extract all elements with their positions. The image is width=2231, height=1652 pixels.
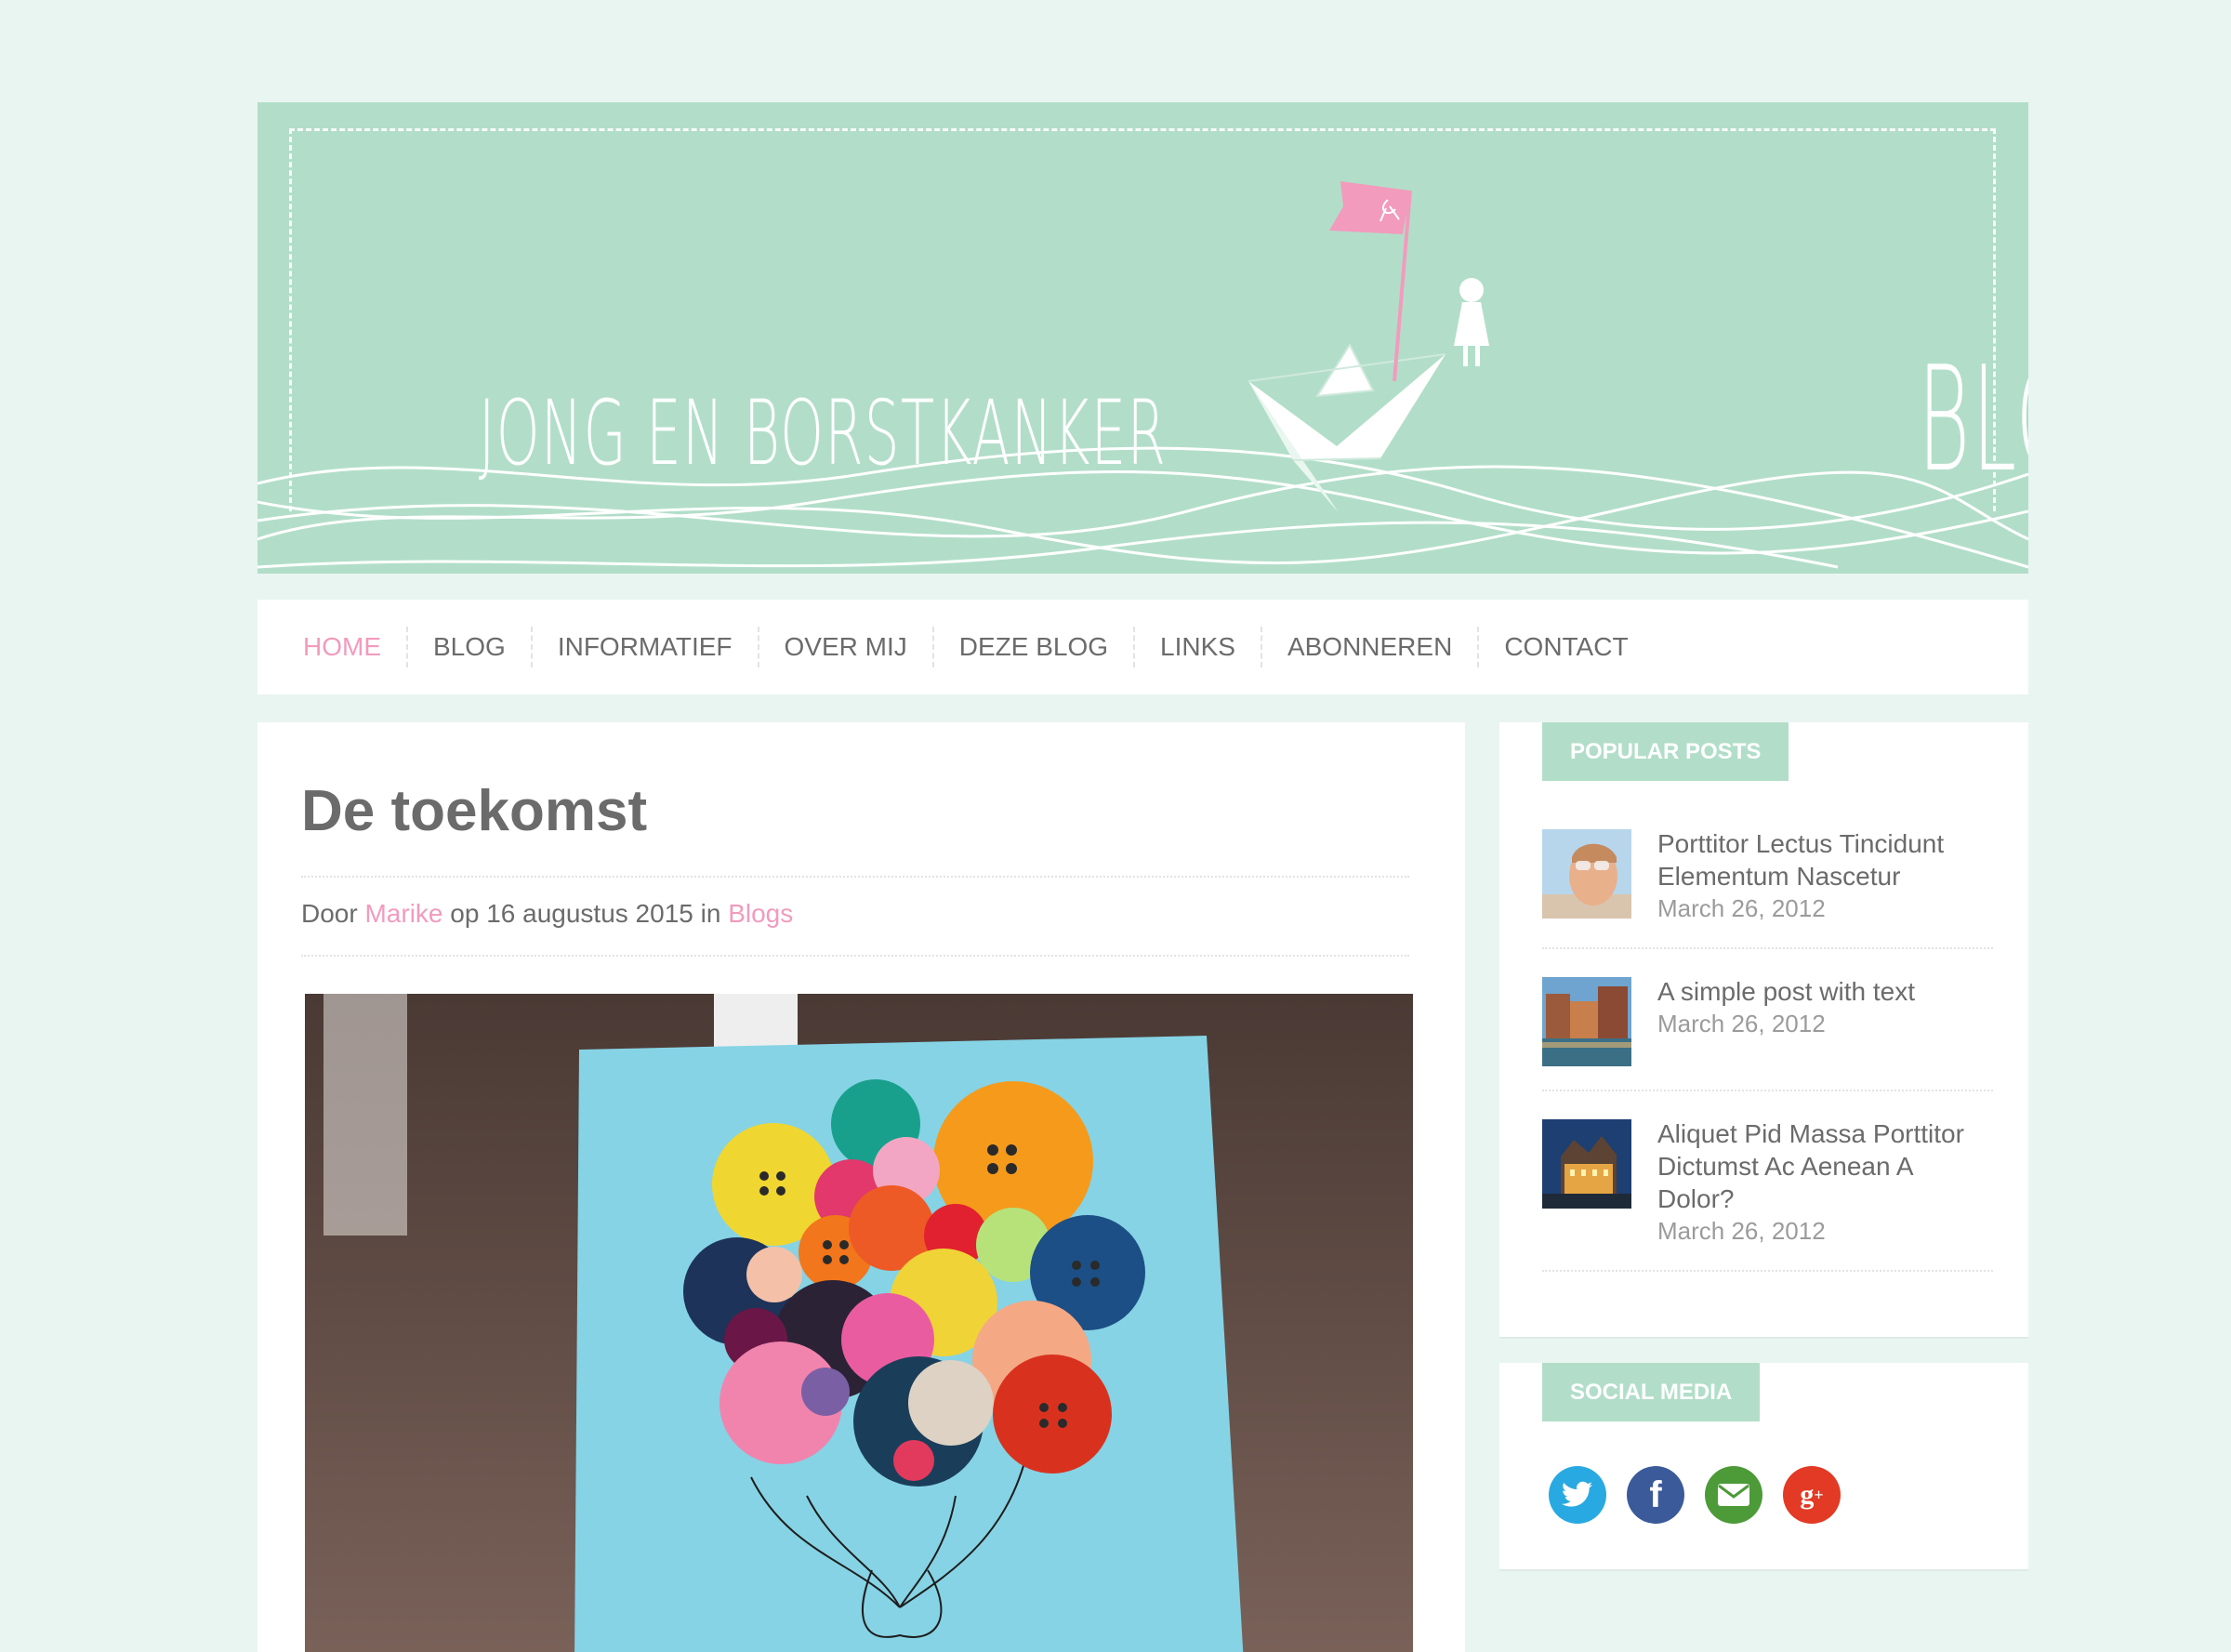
social-icons: f g + xyxy=(1499,1421,2028,1524)
popular-post-item[interactable]: Aliquet Pid Massa Porttitor Dictumst Ac … xyxy=(1542,1117,1993,1272)
email-icon[interactable] xyxy=(1705,1466,1762,1524)
popular-posts-list: Porttitor Lectus Tincidunt Elementum Nas… xyxy=(1499,781,2028,1337)
popular-post-title[interactable]: A simple post with text xyxy=(1657,975,1993,1008)
post-thumbnail[interactable] xyxy=(1542,977,1631,1066)
meta-prefix: Door xyxy=(301,899,358,928)
meta-date: op 16 augustus 2015 in xyxy=(450,899,721,928)
divider xyxy=(301,876,1409,878)
category-link[interactable]: Blogs xyxy=(728,899,793,928)
popular-post-item[interactable]: A simple post with text March 26, 2012 xyxy=(1542,975,1993,1091)
nav-item-links[interactable]: LINKS xyxy=(1133,627,1261,667)
page: JONG EN BORSTKANKER BLOG xyxy=(257,102,2028,1652)
nav-item-blog[interactable]: BLOG xyxy=(406,627,531,667)
girl-icon xyxy=(1454,278,1489,366)
waves-boat-illustration xyxy=(257,181,2028,569)
nav-item-abonneren[interactable]: ABONNEREN xyxy=(1260,627,1477,667)
post-article: De toekomst Door Marike op 16 augustus 2… xyxy=(257,722,1465,1652)
paper-boat-icon xyxy=(1248,342,1446,511)
twitter-icon[interactable] xyxy=(1549,1466,1606,1524)
main-navigation: HOME BLOG INFORMATIEF OVER MIJ DEZE BLOG… xyxy=(257,600,2028,694)
nav-item-home[interactable]: HOME xyxy=(303,627,406,667)
author-link[interactable]: Marike xyxy=(364,899,442,928)
popular-post-item[interactable]: Porttitor Lectus Tincidunt Elementum Nas… xyxy=(1542,827,1993,949)
popular-post-title[interactable]: Porttitor Lectus Tincidunt Elementum Nas… xyxy=(1657,827,1993,892)
social-media-widget: SOCIAL MEDIA f g + xyxy=(1499,1363,2028,1569)
post-thumbnail[interactable] xyxy=(1542,829,1631,919)
post-title[interactable]: De toekomst xyxy=(301,778,647,844)
content-area: De toekomst Door Marike op 16 augustus 2… xyxy=(257,722,2028,1652)
popular-posts-widget: POPULAR POSTS Porttitor Lectus Tincidunt… xyxy=(1499,722,2028,1337)
flag-icon xyxy=(1329,181,1410,234)
popular-post-title[interactable]: Aliquet Pid Massa Porttitor Dictumst Ac … xyxy=(1657,1117,1993,1215)
widget-title-popular: POPULAR POSTS xyxy=(1542,722,1789,781)
nav-item-informatief[interactable]: INFORMATIEF xyxy=(530,627,758,667)
popular-post-date: March 26, 2012 xyxy=(1657,894,1826,922)
divider xyxy=(301,955,1409,957)
sidebar: POPULAR POSTS Porttitor Lectus Tincidunt… xyxy=(1499,722,2028,1569)
post-thumbnail[interactable] xyxy=(1542,1119,1631,1209)
featured-image[interactable] xyxy=(305,994,1413,1652)
facebook-icon[interactable]: f xyxy=(1627,1466,1684,1524)
popular-post-date: March 26, 2012 xyxy=(1657,1217,1826,1245)
google-plus-icon[interactable]: g + xyxy=(1783,1466,1841,1524)
nav-item-over-mij[interactable]: OVER MIJ xyxy=(757,627,932,667)
nav-item-contact[interactable]: CONTACT xyxy=(1477,627,1653,667)
widget-title-social: SOCIAL MEDIA xyxy=(1542,1363,1761,1421)
popular-post-date: March 26, 2012 xyxy=(1657,1010,1826,1037)
header-banner[interactable]: JONG EN BORSTKANKER BLOG xyxy=(257,102,2028,574)
nav-item-deze-blog[interactable]: DEZE BLOG xyxy=(931,627,1133,667)
post-meta: Door Marike op 16 augustus 2015 in Blogs xyxy=(301,899,793,929)
